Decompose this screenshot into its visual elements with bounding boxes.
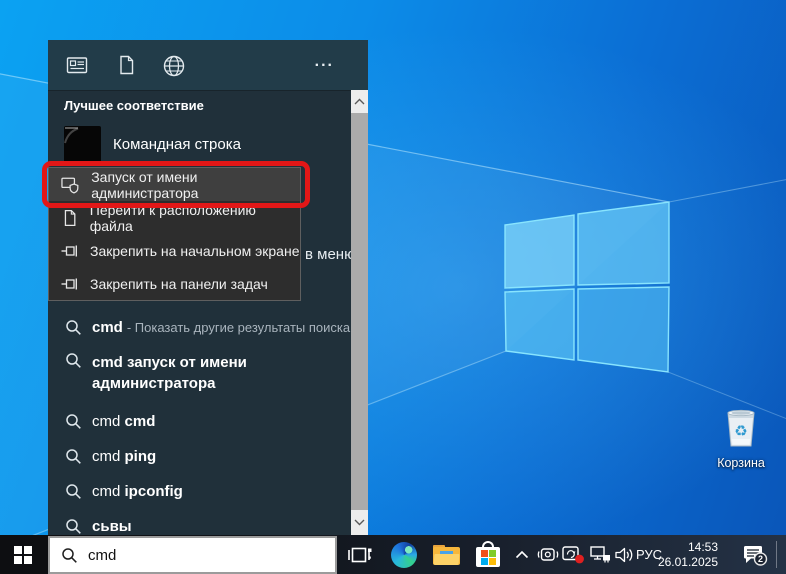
cast-screen-icon	[562, 546, 585, 564]
clock-date: 26.01.2025	[658, 555, 718, 570]
suggestion-row[interactable]: cmd cmd	[48, 404, 351, 439]
recycle-bin-icon: ♻	[720, 406, 762, 450]
menu-item-label: Закрепить на начальном экране	[90, 243, 300, 259]
run-as-admin-icon	[61, 176, 80, 194]
start-button[interactable]	[0, 535, 46, 574]
taskbar-clock[interactable]: 14:53 26.01.2025	[660, 535, 718, 574]
task-view-button[interactable]	[344, 535, 376, 574]
search-icon	[65, 483, 82, 500]
chevron-down-icon	[354, 519, 365, 526]
network-icon	[590, 546, 612, 563]
recycle-bin[interactable]: ♻ Корзина	[712, 406, 770, 470]
scroll-down-button[interactable]	[351, 510, 368, 535]
search-icon	[65, 319, 82, 336]
search-icon	[65, 448, 82, 465]
tray-expand-button[interactable]	[510, 535, 534, 574]
menu-item-pin-to-taskbar[interactable]: Закрепить на панели задач	[49, 267, 300, 300]
suggestion-row[interactable]: cmd- Показать другие результаты поиска	[48, 308, 351, 346]
scroll-up-button[interactable]	[351, 90, 368, 113]
menu-item-label: Закрепить на панели задач	[90, 276, 268, 292]
task-view-icon	[347, 546, 373, 564]
svg-text:♻: ♻	[734, 423, 747, 440]
menu-item-run-as-admin[interactable]: Запуск от имени администратора	[49, 168, 300, 201]
suggestion-row[interactable]: cmd запуск от имени администратора	[48, 346, 351, 404]
suggestion-row[interactable]: cmd ipconfig	[48, 474, 351, 509]
best-match-header: Лучшее соответствие	[64, 98, 204, 113]
windows-logo-icon	[14, 546, 32, 564]
volume-tray-button[interactable]	[612, 535, 638, 574]
taskbar: РУС 14:53 26.01.2025 2	[0, 535, 786, 574]
file-explorer-icon	[433, 545, 460, 565]
pin-to-taskbar-icon	[61, 276, 79, 292]
clock-time: 14:53	[688, 540, 718, 555]
edge-browser-button[interactable]	[389, 535, 419, 574]
taskbar-search-input[interactable]	[88, 547, 308, 564]
notification-badge: 2	[758, 554, 763, 564]
panel-scrollbar[interactable]	[351, 90, 368, 535]
suggestion-row[interactable]: cmd ping	[48, 439, 351, 474]
edge-icon	[391, 542, 417, 568]
menu-item-pin-to-start[interactable]: Закрепить на начальном экране	[49, 234, 300, 267]
suggestion-row[interactable]: сьвы	[48, 509, 351, 535]
search-filter-bar: ...	[48, 40, 368, 90]
meet-now-icon	[537, 547, 559, 562]
menu-item-label: Перейти к расположению файла	[90, 202, 300, 234]
chevron-up-icon	[515, 550, 529, 559]
scrollbar-thumb[interactable]	[351, 113, 368, 510]
search-icon	[61, 547, 78, 564]
meet-now-tray-button[interactable]	[536, 535, 560, 574]
file-explorer-button[interactable]	[430, 535, 462, 574]
search-icon	[65, 413, 82, 430]
search-icon	[65, 352, 82, 369]
menu-item-open-file-location[interactable]: Перейти к расположению файла	[49, 201, 300, 234]
best-match-result[interactable]: Командная строка	[64, 126, 241, 163]
cast-notification-tray-button[interactable]	[560, 535, 586, 574]
search-suggestions-list: cmd- Показать другие результаты поиска c…	[48, 308, 351, 535]
notification-icon: 2	[742, 544, 768, 566]
chevron-up-icon	[354, 98, 365, 105]
screen: ♻ Корзина	[0, 0, 786, 574]
more-filters-button[interactable]: ...	[315, 52, 334, 72]
cmd-app-icon	[64, 126, 101, 163]
recycle-bin-label: Корзина	[712, 456, 770, 470]
search-icon	[65, 518, 82, 535]
pin-to-start-icon	[61, 243, 79, 259]
show-desktop-button[interactable]	[776, 541, 777, 568]
apps-icon[interactable]	[66, 54, 88, 76]
obscured-background-text: в меню,	[305, 246, 351, 263]
network-tray-button[interactable]	[588, 535, 614, 574]
open-file-location-icon	[61, 209, 79, 227]
best-match-title: Командная строка	[113, 136, 241, 153]
taskbar-search-box[interactable]	[48, 536, 337, 574]
microsoft-store-icon	[476, 541, 500, 568]
globe-icon[interactable]	[162, 54, 186, 78]
menu-item-label: Запуск от имени администратора	[91, 169, 300, 201]
volume-icon	[615, 547, 636, 563]
action-center-button[interactable]: 2	[738, 535, 772, 574]
document-icon[interactable]	[115, 54, 137, 76]
microsoft-store-button[interactable]	[472, 535, 504, 574]
context-menu: Запуск от имени администратора Перейти к…	[48, 167, 301, 301]
